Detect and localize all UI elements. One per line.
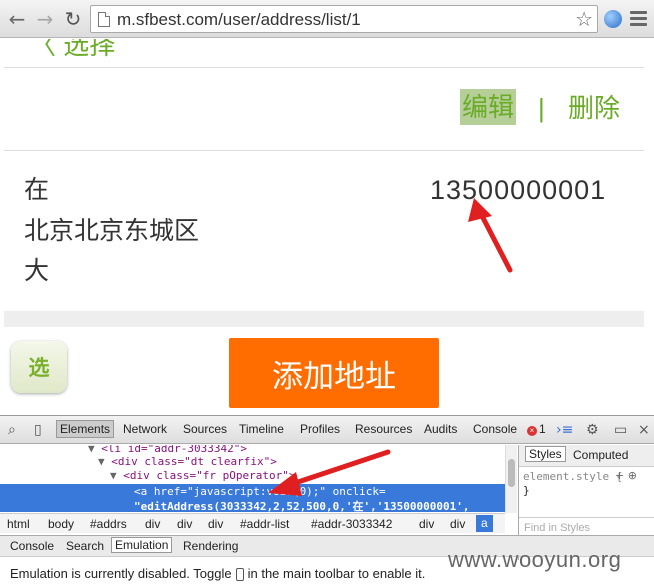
tab-audits[interactable]: Audits xyxy=(424,422,457,436)
tab-elements[interactable]: Elements xyxy=(56,420,115,438)
browser-window: ← → ↻ m.sfbest.com/user/address/list/1 ☆… xyxy=(0,0,654,586)
breadcrumb-item-active[interactable]: a xyxy=(476,515,493,532)
breadcrumb: html body #addrs div div div #addr-list … xyxy=(0,513,505,533)
dom-node[interactable]: ▼ <div class="dt clearfix"> xyxy=(98,455,277,468)
console-drawer-icon[interactable]: ›≡ xyxy=(556,422,573,438)
dom-scrollbar[interactable] xyxy=(505,445,517,513)
breadcrumb-item[interactable]: #addrs xyxy=(90,517,127,531)
page-viewport: 〈 选择 编辑 | 删除 在 北京北京东城区 大 13500000001 选 添… xyxy=(0,39,654,415)
breadcrumb-item[interactable]: div xyxy=(208,517,223,531)
delete-link[interactable]: 删除 xyxy=(568,91,620,125)
selected-dom-node[interactable]: <a href="javascript:void(0);" onclick= "… xyxy=(0,484,505,513)
browser-toolbar: ← → ↻ m.sfbest.com/user/address/list/1 ☆ xyxy=(0,0,654,38)
divider xyxy=(4,150,644,151)
breadcrumb-item[interactable]: div xyxy=(177,517,192,531)
add-address-button[interactable]: 添加地址 xyxy=(229,338,439,408)
style-rule-close: } xyxy=(523,484,530,497)
drawer-tab-emulation[interactable]: Emulation xyxy=(111,537,173,553)
link-separator: | xyxy=(538,93,545,123)
tab-console[interactable]: Console xyxy=(473,422,517,436)
search-icon[interactable]: ⌕ xyxy=(8,422,16,438)
dock-icon[interactable]: ▭ xyxy=(614,422,627,438)
emulation-message: Emulation is currently disabled. Toggle i… xyxy=(10,566,426,582)
tab-timeline[interactable]: Timeline xyxy=(239,422,284,436)
tab-resources[interactable]: Resources xyxy=(355,422,412,436)
watermark: www.wooyun.org xyxy=(448,547,622,572)
error-counter[interactable]: × 1 xyxy=(527,422,546,436)
dom-node-text: "editAddress(3033342,2,52,500,0,'在','135… xyxy=(134,500,470,513)
drawer-tab-rendering[interactable]: Rendering xyxy=(183,539,238,553)
address-card-footer xyxy=(4,311,644,327)
breadcrumb-item[interactable]: #addr-list xyxy=(240,517,289,531)
page-heading-clipped: 〈 选择 xyxy=(30,39,116,60)
address-line: 北京北京东城区 xyxy=(24,217,200,245)
breadcrumb-item[interactable]: div xyxy=(450,517,465,531)
edit-link[interactable]: 编辑 xyxy=(460,89,517,125)
page-icon xyxy=(98,12,110,27)
menu-icon[interactable] xyxy=(630,11,647,27)
toggle-state-icon[interactable]: ⊕ xyxy=(628,469,637,482)
dom-node-text: <div class="dt clearfix"> xyxy=(111,455,277,468)
url-text[interactable]: m.sfbest.com/user/address/list/1 xyxy=(117,10,361,30)
add-rule-icon[interactable]: + xyxy=(615,469,624,482)
style-rule-selector: element.style { xyxy=(523,470,623,483)
devtools-tab-bar: ⌕ ▯ Elements Network Sources Timeline Pr… xyxy=(0,416,654,444)
tab-styles[interactable]: Styles xyxy=(525,446,566,462)
dom-node[interactable]: ▼ <li id="addr-3033342"> xyxy=(88,445,247,455)
reload-icon[interactable]: ↻ xyxy=(62,8,84,30)
phone-number: 13500000001 xyxy=(430,175,607,205)
emulation-message-suffix: in the main toolbar to enable it. xyxy=(247,566,426,581)
drawer-tab-search[interactable]: Search xyxy=(66,539,104,553)
find-placeholder: Find in Styles xyxy=(524,522,591,534)
styles-tab-bar: Styles Computed xyxy=(519,445,654,467)
dom-node[interactable]: ▼ <div class="fr pOperator"> xyxy=(110,469,295,482)
breadcrumb-item[interactable]: div xyxy=(419,517,434,531)
address-bar[interactable]: m.sfbest.com/user/address/list/1 ☆ xyxy=(90,5,598,33)
emulation-message-prefix: Emulation is currently disabled. Toggle xyxy=(10,566,232,581)
breadcrumb-item[interactable]: body xyxy=(48,517,74,531)
tab-computed[interactable]: Computed xyxy=(573,448,628,462)
back-arrow-icon[interactable]: ← xyxy=(6,8,28,30)
breadcrumb-item[interactable]: #addr-3033342 xyxy=(311,517,392,531)
error-count: 1 xyxy=(539,422,546,436)
dom-tree: ▼ <li id="addr-3033342"> ▼ <div class="d… xyxy=(0,445,505,513)
dom-node-text: <li id="addr-3033342"> xyxy=(101,445,247,455)
device-mode-icon xyxy=(235,568,244,582)
gear-icon[interactable]: ⚙ xyxy=(586,422,599,438)
devtools-panel: ⌕ ▯ Elements Network Sources Timeline Pr… xyxy=(0,415,654,586)
tab-profiles[interactable]: Profiles xyxy=(300,422,340,436)
select-button[interactable]: 选 xyxy=(11,341,67,393)
dom-node-text: <div class="fr pOperator"> xyxy=(123,469,296,482)
bookmark-star-icon[interactable]: ☆ xyxy=(575,7,593,31)
tab-sources[interactable]: Sources xyxy=(183,422,227,436)
drawer-tab-console[interactable]: Console xyxy=(10,539,54,553)
dom-node-text: <a href="javascript:void(0);" onclick= xyxy=(134,485,386,498)
divider xyxy=(4,67,644,68)
address-line: 在 xyxy=(24,176,50,204)
tab-network[interactable]: Network xyxy=(123,422,167,436)
error-icon: × xyxy=(527,426,537,436)
breadcrumb-item[interactable]: html xyxy=(7,517,30,531)
breadcrumb-item[interactable]: div xyxy=(145,517,160,531)
device-mode-icon[interactable]: ▯ xyxy=(34,422,42,438)
address-line: 大 xyxy=(24,257,50,285)
style-tools: + ⊕ xyxy=(615,469,637,482)
forward-arrow-icon[interactable]: → xyxy=(34,8,56,30)
globe-extension-icon[interactable] xyxy=(604,10,622,28)
close-icon[interactable]: × xyxy=(638,422,650,438)
